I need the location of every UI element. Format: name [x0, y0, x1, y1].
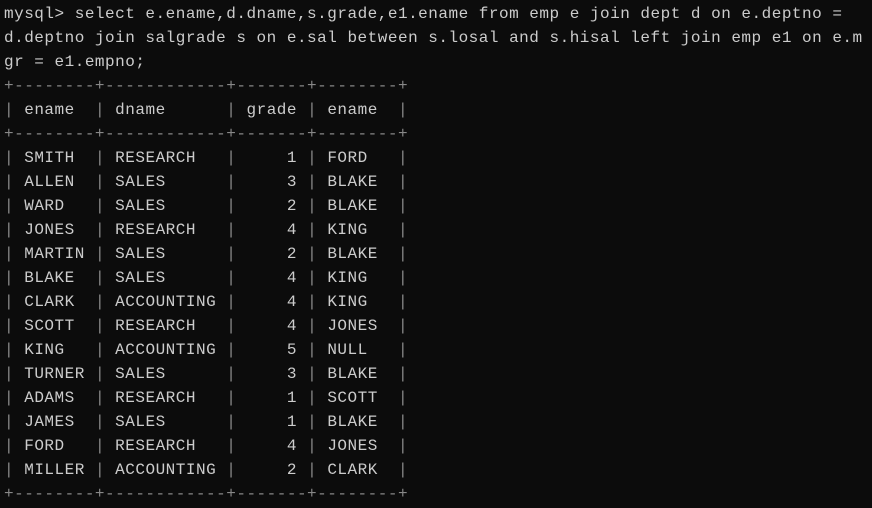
table-separator: +--------+------------+-------+--------+ — [4, 482, 868, 506]
table-row: | JONES | RESEARCH | 4 | KING | — [4, 218, 868, 242]
table-row: | SCOTT | RESEARCH | 4 | JONES | — [4, 314, 868, 338]
table-row: | MILLER | ACCOUNTING | 2 | CLARK | — [4, 458, 868, 482]
table-row: | TURNER | SALES | 3 | BLAKE | — [4, 362, 868, 386]
table-row: | ADAMS | RESEARCH | 1 | SCOTT | — [4, 386, 868, 410]
table-row: | MARTIN | SALES | 2 | BLAKE | — [4, 242, 868, 266]
prompt-label: mysql> — [4, 5, 65, 23]
table-row: | JAMES | SALES | 1 | BLAKE | — [4, 410, 868, 434]
table-row: | CLARK | ACCOUNTING | 4 | KING | — [4, 290, 868, 314]
table-separator: +--------+------------+-------+--------+ — [4, 122, 868, 146]
table-row: | SMITH | RESEARCH | 1 | FORD | — [4, 146, 868, 170]
table-row: | BLAKE | SALES | 4 | KING | — [4, 266, 868, 290]
sql-query: select e.ename,d.dname,s.grade,e1.ename … — [4, 5, 863, 71]
table-row: | KING | ACCOUNTING | 5 | NULL | — [4, 338, 868, 362]
table-row: | FORD | RESEARCH | 4 | JONES | — [4, 434, 868, 458]
table-separator: +--------+------------+-------+--------+ — [4, 74, 868, 98]
table-row: | WARD | SALES | 2 | BLAKE | — [4, 194, 868, 218]
table-row: | ALLEN | SALES | 3 | BLAKE | — [4, 170, 868, 194]
table-header-row: | ename | dname | grade | ename | — [4, 98, 868, 122]
sql-prompt-line: mysql> select e.ename,d.dname,s.grade,e1… — [4, 2, 868, 74]
result-table: +--------+------------+-------+--------+… — [4, 74, 868, 506]
